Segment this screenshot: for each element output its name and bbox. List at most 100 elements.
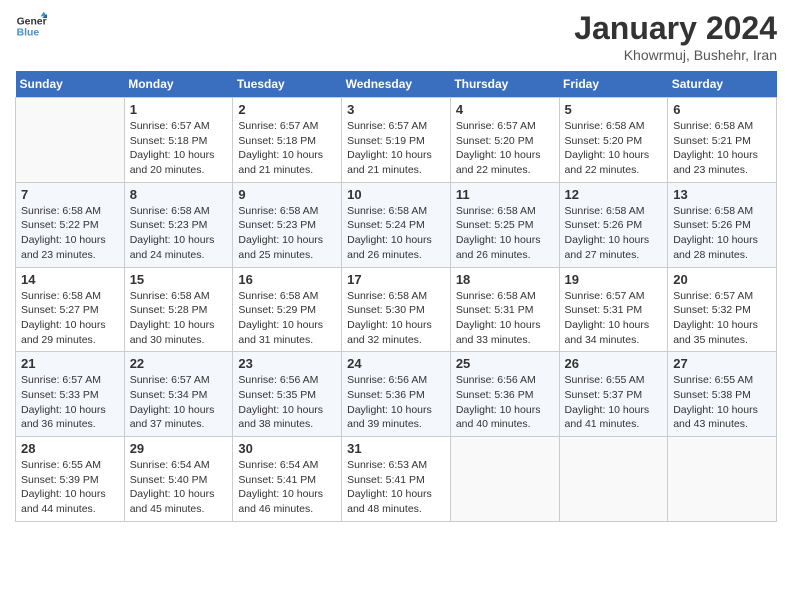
day-number: 19 [565,272,663,287]
day-number: 18 [456,272,554,287]
day-info: Sunrise: 6:55 AM Sunset: 5:38 PM Dayligh… [673,373,771,432]
day-info: Sunrise: 6:57 AM Sunset: 5:19 PM Dayligh… [347,119,445,178]
day-info: Sunrise: 6:58 AM Sunset: 5:29 PM Dayligh… [238,289,336,348]
calendar-cell: 12Sunrise: 6:58 AM Sunset: 5:26 PM Dayli… [559,182,668,267]
day-number: 11 [456,187,554,202]
calendar-cell: 28 Sunrise: 6:55 AM Sunset: 5:39 PM Dayli… [16,437,125,522]
weekday-header-thursday: Thursday [450,71,559,98]
day-info: Sunrise: 6:57 AM Sunset: 5:34 PM Dayligh… [130,373,228,432]
calendar-cell: 16 Sunrise: 6:58 AM Sunset: 5:29 PM Dayli… [233,267,342,352]
day-info: Sunrise: 6:54 AM Sunset: 5:40 PM Dayligh… [130,458,228,517]
day-info: Sunrise: 6:58 AM Sunset: 5:23 PM Dayligh… [238,204,336,263]
calendar-cell: 7 Sunrise: 6:58 AM Sunset: 5:22 PM Daylig… [16,182,125,267]
day-info: Sunrise: 6:58 AM Sunset: 5:23 PM Dayligh… [130,204,228,263]
calendar-cell: 22 Sunrise: 6:57 AM Sunset: 5:34 PM Dayli… [124,352,233,437]
day-number: 30 [238,441,336,456]
day-info: Sunrise: 6:53 AM Sunset: 5:41 PM Dayligh… [347,458,445,517]
weekday-header-monday: Monday [124,71,233,98]
day-info: Sunrise: 6:56 AM Sunset: 5:36 PM Dayligh… [347,373,445,432]
calendar-cell: 30 Sunrise: 6:54 AM Sunset: 5:41 PM Dayli… [233,437,342,522]
calendar-cell [16,98,125,183]
calendar-cell: 24 Sunrise: 6:56 AM Sunset: 5:36 PM Dayli… [342,352,451,437]
calendar-week-row: 7 Sunrise: 6:58 AM Sunset: 5:22 PM Daylig… [16,182,777,267]
day-number: 22 [130,356,228,371]
day-number: 7 [21,187,119,202]
day-info: Sunrise: 6:57 AM Sunset: 5:32 PM Dayligh… [673,289,771,348]
day-number: 12 [565,187,663,202]
day-number: 3 [347,102,445,117]
calendar-cell: 11 Sunrise: 6:58 AM Sunset: 5:25 PM Dayli… [450,182,559,267]
day-number: 23 [238,356,336,371]
calendar-cell: 4Sunrise: 6:57 AM Sunset: 5:20 PM Daylig… [450,98,559,183]
calendar-cell [668,437,777,522]
day-info: Sunrise: 6:56 AM Sunset: 5:35 PM Dayligh… [238,373,336,432]
logo: General Blue [15,10,47,42]
day-number: 31 [347,441,445,456]
day-number: 20 [673,272,771,287]
day-number: 21 [21,356,119,371]
weekday-header-row: SundayMondayTuesdayWednesdayThursdayFrid… [16,71,777,98]
day-info: Sunrise: 6:54 AM Sunset: 5:41 PM Dayligh… [238,458,336,517]
weekday-header-tuesday: Tuesday [233,71,342,98]
day-info: Sunrise: 6:55 AM Sunset: 5:37 PM Dayligh… [565,373,663,432]
calendar-cell: 2Sunrise: 6:57 AM Sunset: 5:18 PM Daylig… [233,98,342,183]
calendar-week-row: 21 Sunrise: 6:57 AM Sunset: 5:33 PM Dayli… [16,352,777,437]
calendar-cell: 1Sunrise: 6:57 AM Sunset: 5:18 PM Daylig… [124,98,233,183]
day-number: 1 [130,102,228,117]
calendar-cell: 10Sunrise: 6:58 AM Sunset: 5:24 PM Dayli… [342,182,451,267]
calendar-cell: 13Sunrise: 6:58 AM Sunset: 5:26 PM Dayli… [668,182,777,267]
calendar-week-row: 28 Sunrise: 6:55 AM Sunset: 5:39 PM Dayli… [16,437,777,522]
calendar-cell: 5 Sunrise: 6:58 AM Sunset: 5:20 PM Daylig… [559,98,668,183]
title-block: January 2024 Khowrmuj, Bushehr, Iran [574,10,777,63]
day-number: 17 [347,272,445,287]
calendar-cell: 9 Sunrise: 6:58 AM Sunset: 5:23 PM Daylig… [233,182,342,267]
day-number: 25 [456,356,554,371]
day-number: 26 [565,356,663,371]
logo-icon: General Blue [15,10,47,42]
day-number: 5 [565,102,663,117]
day-info: Sunrise: 6:57 AM Sunset: 5:20 PM Dayligh… [456,119,554,178]
day-number: 16 [238,272,336,287]
weekday-header-friday: Friday [559,71,668,98]
calendar-cell [450,437,559,522]
calendar-week-row: 14Sunrise: 6:58 AM Sunset: 5:27 PM Dayli… [16,267,777,352]
weekday-header-sunday: Sunday [16,71,125,98]
calendar-cell: 21 Sunrise: 6:57 AM Sunset: 5:33 PM Dayli… [16,352,125,437]
calendar-cell [559,437,668,522]
day-info: Sunrise: 6:55 AM Sunset: 5:39 PM Dayligh… [21,458,119,517]
day-info: Sunrise: 6:58 AM Sunset: 5:30 PM Dayligh… [347,289,445,348]
day-info: Sunrise: 6:58 AM Sunset: 5:22 PM Dayligh… [21,204,119,263]
calendar-table: SundayMondayTuesdayWednesdayThursdayFrid… [15,71,777,522]
calendar-cell: 14Sunrise: 6:58 AM Sunset: 5:27 PM Dayli… [16,267,125,352]
calendar-cell: 31 Sunrise: 6:53 AM Sunset: 5:41 PM Dayli… [342,437,451,522]
day-number: 24 [347,356,445,371]
day-info: Sunrise: 6:56 AM Sunset: 5:36 PM Dayligh… [456,373,554,432]
calendar-cell: 18 Sunrise: 6:58 AM Sunset: 5:31 PM Dayli… [450,267,559,352]
day-info: Sunrise: 6:58 AM Sunset: 5:25 PM Dayligh… [456,204,554,263]
calendar-cell: 15 Sunrise: 6:58 AM Sunset: 5:28 PM Dayli… [124,267,233,352]
day-number: 9 [238,187,336,202]
calendar-cell: 25 Sunrise: 6:56 AM Sunset: 5:36 PM Dayli… [450,352,559,437]
svg-text:General: General [17,16,47,27]
day-number: 28 [21,441,119,456]
day-info: Sunrise: 6:58 AM Sunset: 5:20 PM Dayligh… [565,119,663,178]
calendar-cell: 26 Sunrise: 6:55 AM Sunset: 5:37 PM Dayli… [559,352,668,437]
day-info: Sunrise: 6:58 AM Sunset: 5:31 PM Dayligh… [456,289,554,348]
day-info: Sunrise: 6:58 AM Sunset: 5:28 PM Dayligh… [130,289,228,348]
day-info: Sunrise: 6:58 AM Sunset: 5:21 PM Dayligh… [673,119,771,178]
weekday-header-wednesday: Wednesday [342,71,451,98]
calendar-cell: 3 Sunrise: 6:57 AM Sunset: 5:19 PM Daylig… [342,98,451,183]
calendar-cell: 23 Sunrise: 6:56 AM Sunset: 5:35 PM Dayli… [233,352,342,437]
day-number: 10 [347,187,445,202]
page-header: General Blue January 2024 Khowrmuj, Bush… [15,10,777,63]
day-number: 15 [130,272,228,287]
location: Khowrmuj, Bushehr, Iran [574,47,777,63]
day-info: Sunrise: 6:57 AM Sunset: 5:33 PM Dayligh… [21,373,119,432]
calendar-cell: 19Sunrise: 6:57 AM Sunset: 5:31 PM Dayli… [559,267,668,352]
calendar-week-row: 1Sunrise: 6:57 AM Sunset: 5:18 PM Daylig… [16,98,777,183]
weekday-header-saturday: Saturday [668,71,777,98]
month-title: January 2024 [574,10,777,47]
svg-text:Blue: Blue [17,28,40,39]
day-number: 27 [673,356,771,371]
calendar-cell: 6Sunrise: 6:58 AM Sunset: 5:21 PM Daylig… [668,98,777,183]
